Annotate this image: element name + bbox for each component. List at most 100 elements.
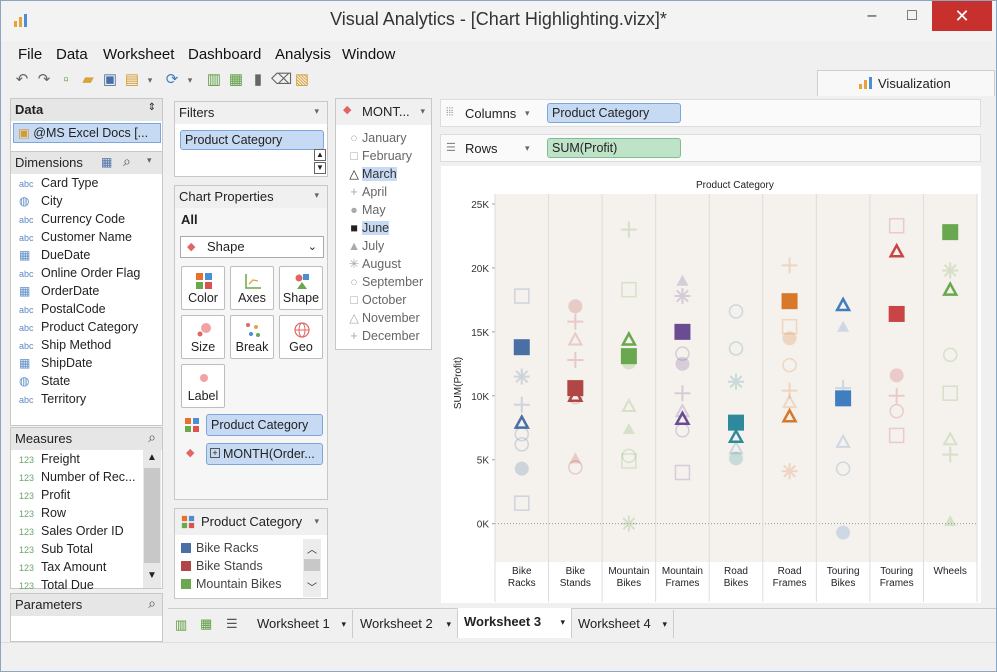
data-point[interactable] <box>889 368 904 383</box>
columns-pill-product-category[interactable]: Product Category <box>547 103 681 123</box>
measure-item[interactable]: 123 Profit <box>19 486 70 504</box>
label-button[interactable]: Label <box>181 364 225 408</box>
open-folder-icon[interactable]: ▰ <box>79 71 97 89</box>
measure-item[interactable]: 123 Total Due <box>19 576 94 594</box>
menu-worksheet[interactable]: Worksheet <box>103 46 174 63</box>
dimension-item[interactable]: abc Product Category <box>19 318 138 336</box>
data-point[interactable] <box>942 262 959 279</box>
data-point[interactable] <box>781 463 798 480</box>
columns-menu-icon[interactable]: ▾ <box>525 108 530 119</box>
dimensions-menu-icon[interactable]: ▾ <box>147 155 152 166</box>
scroll-up-icon[interactable]: ▲ <box>147 452 157 463</box>
clear-icon[interactable]: ⌫ <box>271 71 292 89</box>
filters-menu-icon[interactable]: ▾ <box>314 106 319 117</box>
month-legend-item[interactable]: ○ September <box>346 273 423 291</box>
data-point[interactable] <box>942 224 959 241</box>
refresh-dropdown-icon[interactable]: ▾ <box>181 71 199 89</box>
legend-item[interactable]: Bike Stands <box>181 557 263 575</box>
expand-plus-icon[interactable]: + <box>210 448 220 458</box>
filter-pill-product-category[interactable]: Product Category <box>180 130 324 150</box>
dimension-item[interactable]: abc Customer Name <box>19 228 132 246</box>
table-view-icon[interactable]: ▦ <box>101 155 112 169</box>
dropdown-arrow-icon[interactable]: ▾ <box>141 71 159 89</box>
tab-list-icon[interactable]: ☰ <box>226 616 238 632</box>
legend-scroll-thumb[interactable] <box>304 559 320 571</box>
dimension-item[interactable]: ◍ State <box>19 372 70 390</box>
data-point[interactable] <box>674 323 691 340</box>
new-worksheet-tab-icon[interactable]: ▥ <box>175 617 187 633</box>
data-point[interactable] <box>621 355 636 370</box>
geo-button[interactable]: Geo <box>279 315 323 359</box>
dimension-item[interactable]: abc Currency Code <box>19 210 125 228</box>
month-legend-item[interactable]: ○ January <box>346 129 406 147</box>
month-legend-menu-icon[interactable]: ▾ <box>420 106 425 117</box>
dimension-item[interactable]: ◍ City <box>19 192 63 210</box>
new-dashboard-tab-icon[interactable]: ▦ <box>200 616 212 632</box>
tab-worksheet-4[interactable]: Worksheet 4 ▾ <box>572 610 674 638</box>
measure-item[interactable]: 123 Sales Order ID <box>19 522 124 540</box>
chart-properties-menu-icon[interactable]: ▾ <box>314 190 319 201</box>
measure-item[interactable]: 123 Row <box>19 504 66 522</box>
scroll-down-icon[interactable]: ▼ <box>147 570 157 581</box>
month-legend-item[interactable]: □ February <box>346 147 412 165</box>
data-point[interactable] <box>781 293 798 310</box>
dimension-item[interactable]: abc Ship Method <box>19 336 111 354</box>
close-button[interactable]: ✕ <box>932 1 992 31</box>
measures-scrollbar[interactable]: ▲ ▼ <box>143 450 161 588</box>
month-legend-item[interactable]: ▲ July <box>346 237 384 255</box>
month-legend-item[interactable]: ✳ August <box>346 255 401 273</box>
color-pill-product-category[interactable]: Product Category <box>206 414 323 436</box>
break-button[interactable]: Break <box>230 315 274 359</box>
data-point[interactable] <box>513 368 530 385</box>
measure-item[interactable]: 123 Sub Total <box>19 540 93 558</box>
maximize-button[interactable]: □ <box>892 1 932 31</box>
tab-worksheet-2[interactable]: Worksheet 2 ▾ <box>354 610 458 638</box>
chart-icon[interactable]: ▮ <box>249 71 267 89</box>
scroll-thumb[interactable] <box>144 468 160 563</box>
dimension-item[interactable]: abc PostalCode <box>19 300 106 318</box>
minimize-button[interactable]: – <box>852 1 892 31</box>
refresh-icon[interactable]: ⟳ <box>163 71 181 89</box>
measures-search-icon[interactable]: ⌕ <box>148 429 156 446</box>
tab-2-menu-icon[interactable]: ▾ <box>446 610 451 638</box>
tab-3-menu-icon[interactable]: ▾ <box>560 608 565 636</box>
scatter-chart[interactable]: Product Category 25K 20K 15K 10K 5K 0K SUM(Prof… <box>441 166 981 603</box>
filter-scroll-up-icon[interactable]: ▲ <box>314 149 326 161</box>
dimension-item[interactable]: abc Card Type <box>19 174 98 192</box>
data-panel-sort-icon[interactable]: ⇕ <box>148 102 156 113</box>
rows-pill-sum-profit[interactable]: SUM(Profit) <box>547 138 681 158</box>
data-source-selector[interactable]: ▣ @MS Excel Docs [... <box>13 123 161 143</box>
data-point[interactable] <box>729 451 743 466</box>
data-point[interactable] <box>514 461 529 476</box>
measure-item[interactable]: 123 Tax Amount <box>19 558 106 576</box>
dimension-item[interactable]: ▦ OrderDate <box>19 282 99 300</box>
menu-analysis[interactable]: Analysis <box>275 46 331 63</box>
legend-scroll-down-icon[interactable]: ﹀ <box>307 579 317 594</box>
new-worksheet-icon[interactable]: ▥ <box>205 71 223 89</box>
month-legend-item[interactable]: + December <box>346 327 419 345</box>
axes-button[interactable]: Axes <box>230 266 274 310</box>
color-legend-menu-icon[interactable]: ▾ <box>314 516 319 527</box>
parameters-search-icon[interactable]: ⌕ <box>148 595 156 612</box>
size-button[interactable]: Size <box>181 315 225 359</box>
measure-item[interactable]: 123 Number of Rec... <box>19 468 135 486</box>
data-source-icon[interactable]: ▤ <box>123 71 141 89</box>
month-legend-item[interactable]: △ March <box>346 165 397 183</box>
dimension-item[interactable]: abc Territory <box>19 390 86 408</box>
month-legend-item[interactable]: ■ June <box>346 219 390 237</box>
shape-button[interactable]: Shape <box>279 266 323 310</box>
month-legend-item[interactable]: △ November <box>346 309 419 327</box>
dimension-item[interactable]: ▦ ShipDate <box>19 354 92 372</box>
dimension-item[interactable]: ▦ DueDate <box>19 246 90 264</box>
rows-menu-icon[interactable]: ▾ <box>525 143 530 154</box>
highlight-icon[interactable]: ▧ <box>293 71 311 89</box>
data-point[interactable] <box>836 525 851 540</box>
menu-dashboard[interactable]: Dashboard <box>188 46 261 63</box>
dimension-item[interactable]: abc Online Order Flag <box>19 264 140 282</box>
legend-scrollbar[interactable]: ︿ ﹀ <box>303 539 321 597</box>
data-point[interactable] <box>620 515 637 532</box>
tab-worksheet-1[interactable]: Worksheet 1 ▾ <box>251 610 353 638</box>
data-point[interactable] <box>674 288 691 305</box>
data-point[interactable] <box>728 373 744 390</box>
color-button[interactable]: Color <box>181 266 225 310</box>
